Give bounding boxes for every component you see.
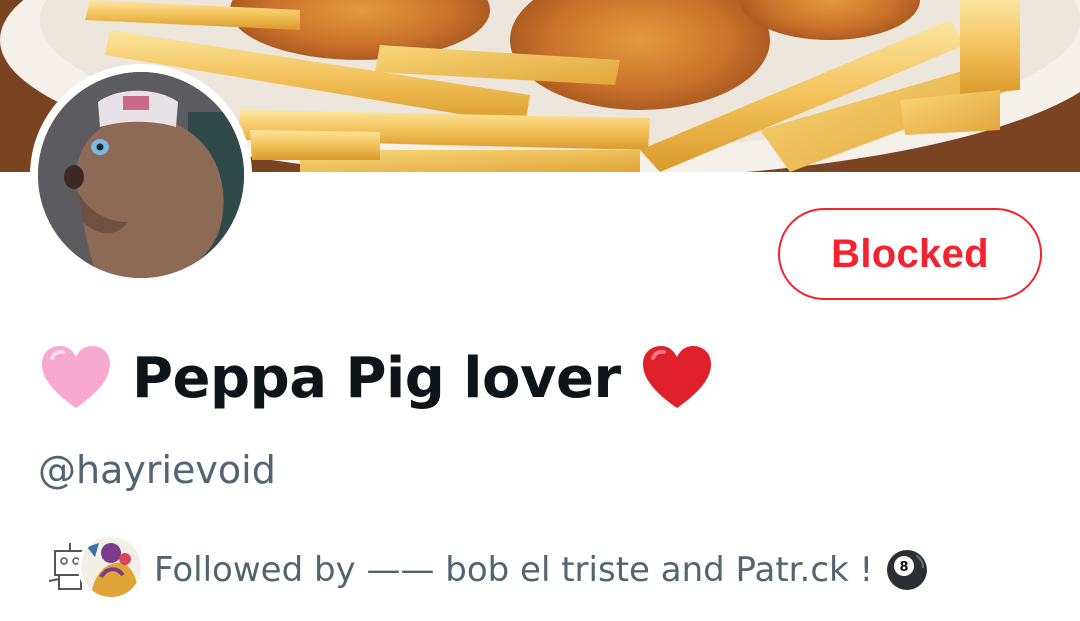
pool-8-ball-icon: 8: [887, 550, 928, 590]
colorful-drawing-avatar-icon: [78, 534, 144, 600]
svg-text:8: 8: [900, 560, 909, 575]
red-heart-icon: [642, 346, 711, 408]
pink-heart-icon: [42, 346, 110, 408]
blocked-button-label: Blocked: [831, 231, 989, 276]
followed-by-row[interactable]: Followed by —— bob el triste and Patr.ck…: [38, 530, 929, 610]
followed-by-text: Followed by —— bob el triste and Patr.ck…: [154, 550, 874, 590]
display-name: Peppa Pig lover: [132, 345, 621, 411]
blocked-button[interactable]: Blocked: [778, 208, 1042, 300]
followers-you-know-avatars[interactable]: [38, 532, 146, 608]
profile-avatar[interactable]: [30, 64, 252, 286]
display-name-row: Peppa Pig lover: [38, 338, 715, 418]
profile-handle: @hayrievoid: [38, 448, 276, 492]
puppet-avatar-icon: [38, 72, 244, 278]
